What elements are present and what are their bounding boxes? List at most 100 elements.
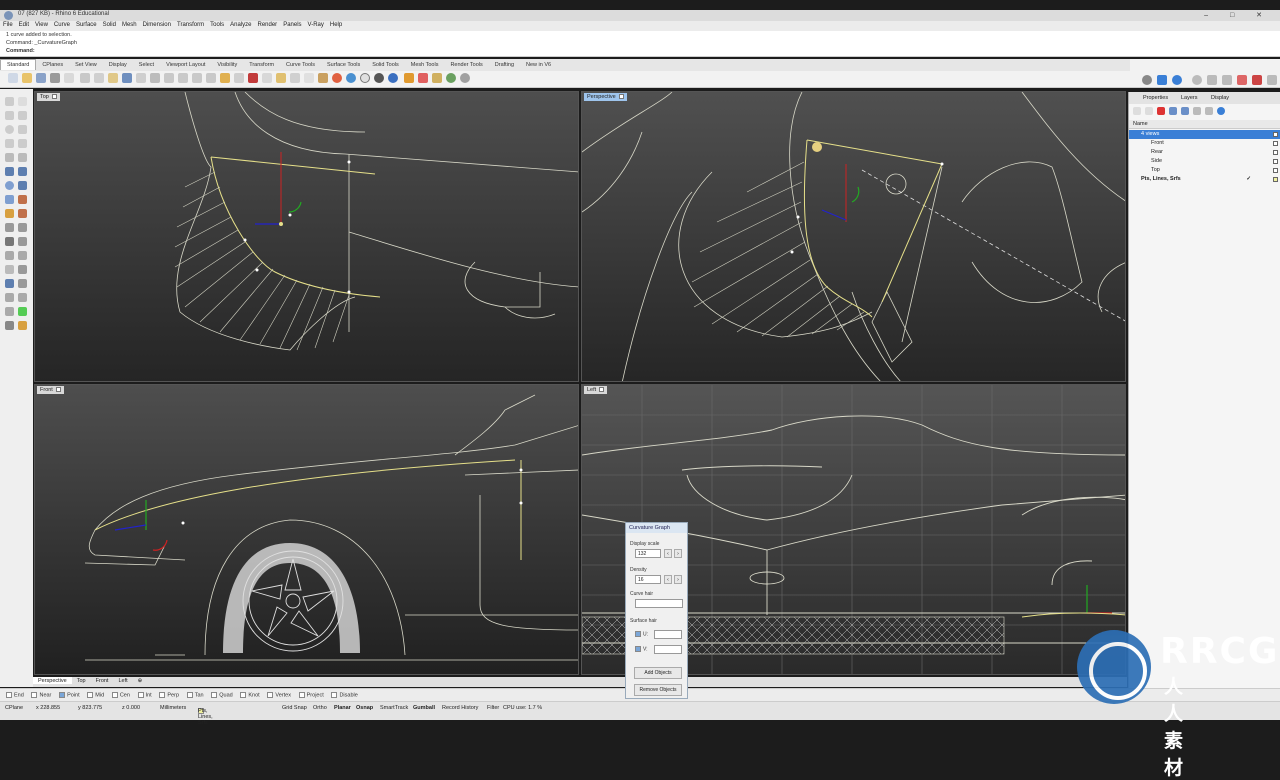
render-sphere-icon[interactable] (332, 73, 342, 83)
vray-icon[interactable] (404, 73, 414, 83)
box-icon[interactable] (18, 181, 27, 190)
density-input[interactable]: 16 (635, 575, 661, 584)
viewport-perspective-label[interactable]: Perspective (584, 93, 627, 101)
menu-help[interactable]: Help (327, 21, 345, 28)
point-edit-icon[interactable] (5, 293, 14, 302)
light-icon[interactable] (276, 73, 286, 83)
v-checkbox-row[interactable]: V: (635, 646, 648, 652)
tab-properties[interactable]: Properties (1143, 95, 1168, 101)
mirror-icon[interactable] (18, 265, 27, 274)
boolean-icon[interactable] (18, 195, 27, 204)
tab-perspective[interactable]: Perspective (33, 677, 72, 684)
u-checkbox[interactable] (635, 631, 641, 637)
menu-edit[interactable]: Edit (16, 21, 32, 28)
menu-transform[interactable]: Transform (174, 21, 207, 28)
checkbox[interactable] (267, 692, 274, 698)
command-prompt[interactable]: Command: (0, 47, 1280, 55)
tab-front[interactable]: Front (91, 677, 114, 684)
checkbox[interactable] (31, 692, 38, 698)
display-scale-decrement[interactable]: ‹ (664, 549, 672, 558)
cplane-indicator[interactable]: CPlane (5, 705, 23, 711)
viewport-front[interactable]: Front (34, 384, 579, 675)
v-color[interactable] (654, 645, 682, 654)
osnap-disable[interactable]: Disable (331, 692, 358, 698)
window-controls[interactable]: – □ ✕ (1204, 11, 1272, 19)
checkbox[interactable] (331, 692, 338, 698)
tab-surface-tools[interactable]: Surface Tools (321, 60, 366, 71)
layer-color-swatch[interactable] (1273, 177, 1278, 182)
arc-icon[interactable] (18, 125, 27, 134)
light-tool-icon[interactable] (18, 321, 27, 330)
circle-icon[interactable] (5, 125, 14, 134)
group-icon[interactable] (5, 237, 14, 246)
viewport-front-label[interactable]: Front (37, 386, 64, 394)
osnap-perp[interactable]: Perp (159, 692, 179, 698)
four-views-icon[interactable] (234, 73, 244, 83)
tab-new-in-v6[interactable]: New in V6 (520, 60, 557, 71)
mesh-tool-icon[interactable] (1252, 75, 1262, 85)
new-file-icon[interactable] (8, 73, 18, 83)
viewport-top-label[interactable]: Top (37, 93, 60, 101)
tab-render-tools[interactable]: Render Tools (444, 60, 488, 71)
display-scale-input[interactable]: 132 (635, 549, 661, 558)
filter-toggle[interactable]: Filter (487, 705, 499, 711)
cut-icon[interactable] (80, 73, 90, 83)
osnap-knot[interactable]: Knot (240, 692, 260, 698)
select-arrow-icon[interactable] (5, 97, 14, 106)
text-icon[interactable] (18, 279, 27, 288)
extrude-icon[interactable] (18, 167, 27, 176)
delete-layer-icon[interactable] (1157, 107, 1165, 115)
undo-icon[interactable] (122, 73, 132, 83)
tab-solid-tools[interactable]: Solid Tools (366, 60, 405, 71)
layer-row[interactable]: Side (1129, 157, 1280, 166)
vray-material-icon[interactable] (446, 73, 456, 83)
viewport-perspective[interactable]: Perspective (581, 91, 1126, 382)
rectangle-icon[interactable] (5, 139, 14, 148)
dimension-icon[interactable] (5, 279, 14, 288)
osnap-end[interactable]: End (6, 692, 24, 698)
polyline-icon[interactable] (5, 111, 14, 120)
osnap-tan[interactable]: Tan (186, 692, 204, 698)
ortho-toggle[interactable]: Ortho (313, 705, 327, 711)
tab-viewport-layout[interactable]: Viewport Layout (160, 60, 211, 71)
cplane-icon[interactable] (248, 73, 258, 83)
tab-display[interactable]: Display (103, 60, 133, 71)
layer-color-swatch[interactable] (1273, 141, 1278, 146)
menu-view[interactable]: View (32, 21, 51, 28)
rotate-view-icon[interactable] (150, 73, 160, 83)
checkbox[interactable] (59, 692, 66, 698)
filter-icon[interactable] (1193, 107, 1201, 115)
osnap-toggle[interactable]: Osnap (356, 705, 373, 711)
checkbox[interactable] (211, 692, 218, 698)
checkbox[interactable] (87, 692, 94, 698)
chevron-down-icon[interactable] (599, 387, 605, 393)
tab-transform[interactable]: Transform (243, 60, 280, 71)
checkbox[interactable] (298, 692, 305, 698)
display-scale-increment[interactable]: › (674, 549, 682, 558)
join-icon[interactable] (5, 223, 14, 232)
layer-color-swatch[interactable] (1273, 159, 1278, 164)
osnap-near[interactable]: Near (31, 692, 51, 698)
snapshot-icon[interactable] (5, 307, 14, 316)
vray-settings-icon[interactable] (460, 73, 470, 83)
tab-select[interactable]: Select (133, 60, 160, 71)
tab-drafting[interactable]: Drafting (489, 60, 520, 71)
menu-render[interactable]: Render (255, 21, 281, 28)
menu-surface[interactable]: Surface (73, 21, 100, 28)
tab-curve-tools[interactable]: Curve Tools (280, 60, 321, 71)
layer-row[interactable]: Top (1129, 166, 1280, 175)
curve-tool-icon[interactable] (1207, 75, 1217, 85)
sphere-icon[interactable] (5, 181, 14, 190)
surface-tool-icon[interactable] (1222, 75, 1232, 85)
box-tool-icon[interactable] (1237, 75, 1247, 85)
surface-corner-icon[interactable] (5, 167, 14, 176)
osnap-mid[interactable]: Mid (87, 692, 104, 698)
mesh-icon[interactable] (5, 195, 14, 204)
osnap-quad[interactable]: Quad (211, 692, 233, 698)
layer-color-swatch[interactable] (1273, 150, 1278, 155)
checkbox[interactable] (186, 692, 193, 698)
menu-curve[interactable]: Curve (51, 21, 73, 28)
shaded-sphere-icon[interactable] (374, 73, 384, 83)
record-history-toggle[interactable]: Record History (442, 705, 478, 711)
menu-dimension[interactable]: Dimension (140, 21, 174, 28)
